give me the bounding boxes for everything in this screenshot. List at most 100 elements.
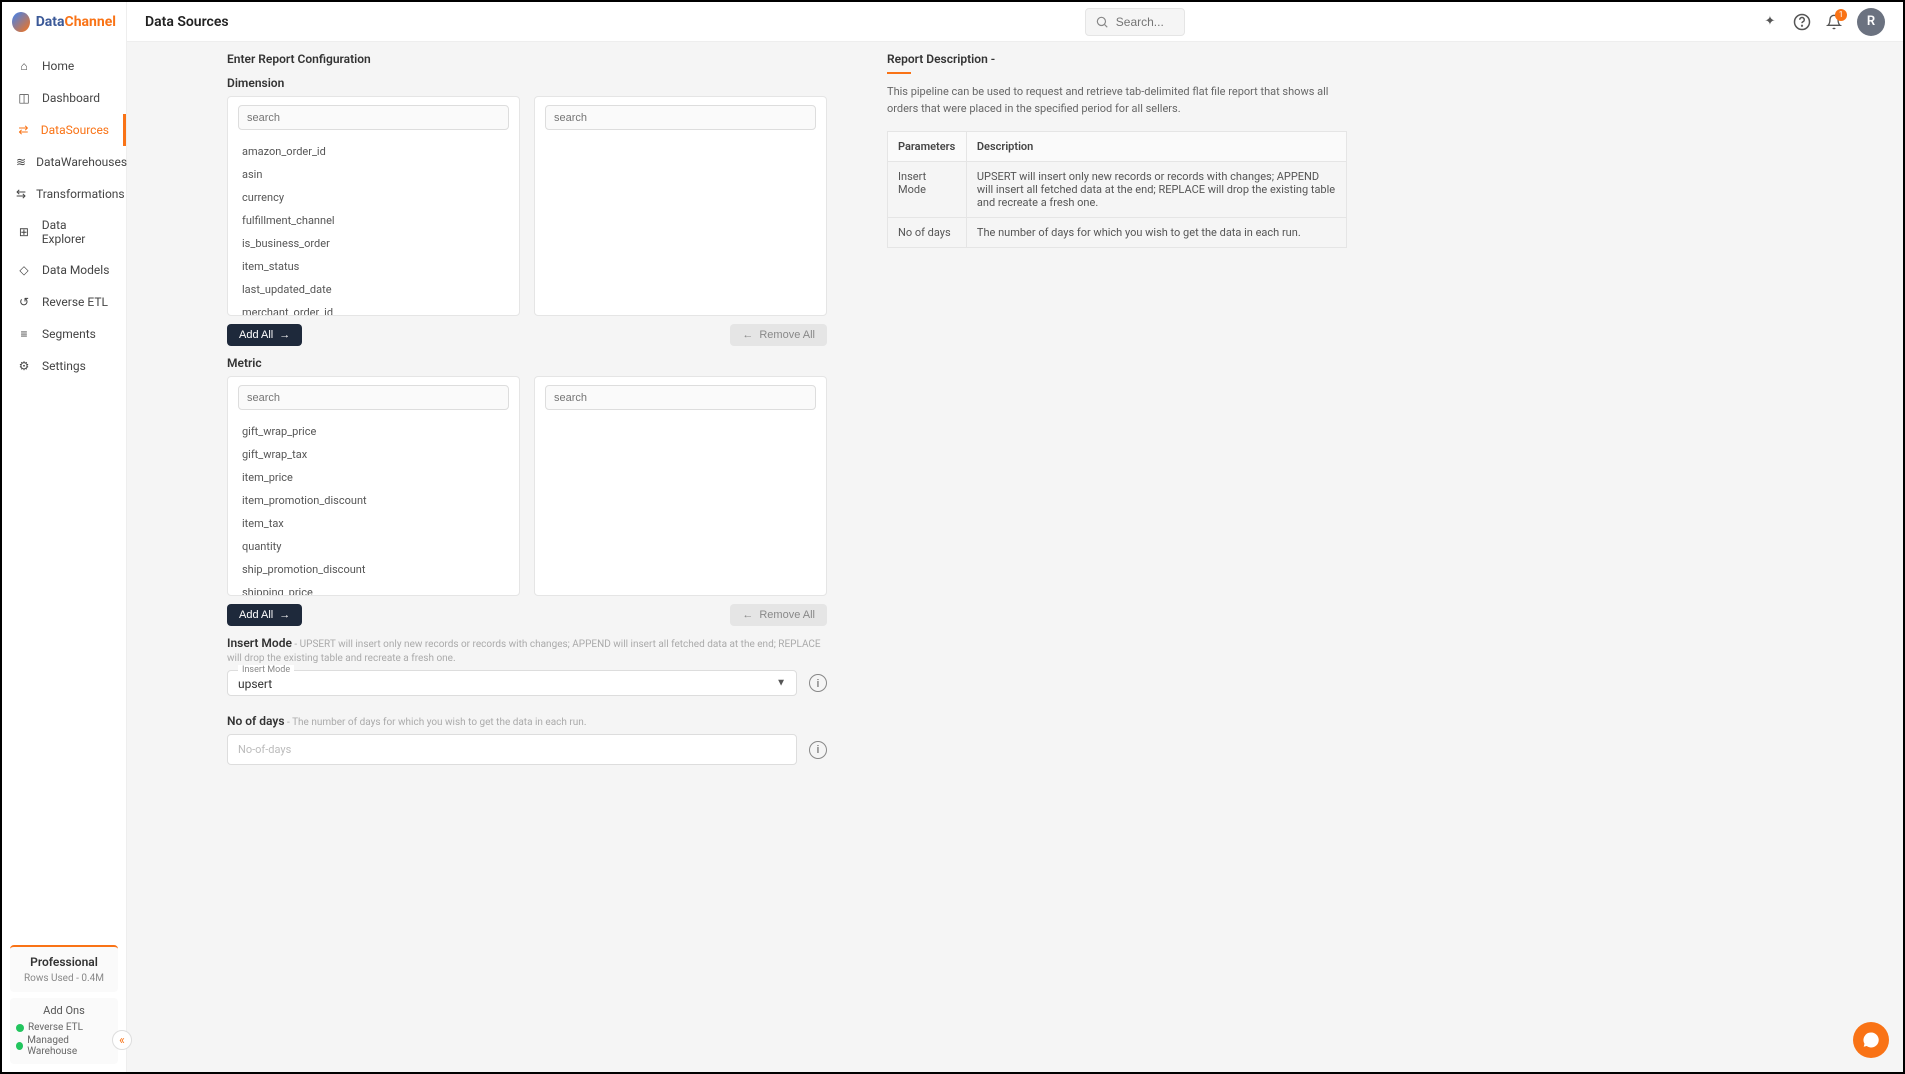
addon-row: Managed Warehouse <box>16 1034 112 1058</box>
list-item[interactable]: merchant_order_id <box>234 301 513 315</box>
sidebar-item-datawarehouses[interactable]: ≋ DataWarehouses <box>2 146 126 178</box>
nav-menu: ⌂Home◫Dashboard⇄DataSources ≋ DataWarehous… <box>2 42 126 937</box>
list-item[interactable]: item_promotion_discount <box>234 489 513 512</box>
brand-logo[interactable]: DataChannel <box>2 2 126 42</box>
list-item[interactable]: ship_promotion_discount <box>234 558 513 581</box>
metric-available-box: gift_wrap_pricegift_wrap_taxitem_priceit… <box>227 376 520 596</box>
metric-selected-search[interactable] <box>554 392 807 404</box>
nav-icon: ⌂ <box>16 58 32 74</box>
nav-icon: ≋ <box>16 154 26 170</box>
search-icon <box>1094 13 1110 31</box>
list-item[interactable]: gift_wrap_tax <box>234 443 513 466</box>
list-item[interactable]: quantity <box>234 535 513 558</box>
plan-name: Professional <box>16 955 112 969</box>
metric-selected-box <box>534 376 827 596</box>
sidebar-item-reverse-etl[interactable]: ↺ Reverse ETL <box>2 286 126 318</box>
metric-available-list[interactable]: gift_wrap_pricegift_wrap_taxitem_priceit… <box>228 418 519 595</box>
metric-remove-all-button[interactable]: ← Remove All <box>730 604 827 626</box>
title-underline <box>887 72 911 74</box>
arrow-right-icon: → <box>279 609 290 621</box>
report-description-title: Report Description - <box>887 52 1347 66</box>
nav-label: Settings <box>42 359 86 373</box>
sidebar: DataChannel ⌂Home◫Dashboard⇄DataSources≋… <box>2 2 127 1072</box>
addons-card: Add Ons Reverse ETLManaged Warehouse <box>10 998 118 1064</box>
arrow-left-icon: ← <box>742 329 753 341</box>
nav-icon: ≡ <box>16 326 32 342</box>
arrow-left-icon: ← <box>742 609 753 621</box>
nav-icon: ◇ <box>16 262 32 278</box>
sidebar-item-segments[interactable]: ≡ Segments <box>2 318 126 350</box>
sidebar-item-dashboard[interactable]: ◫Dashboard <box>2 82 126 114</box>
sidebar-item-settings[interactable]: ⚙Settings <box>2 350 126 382</box>
no-of-days-label: No of days - The number of days for whic… <box>227 714 827 728</box>
nav-label: Transformations <box>36 187 125 201</box>
dimension-available-box: amazon_order_idasincurrencyfulfillment_c… <box>227 96 520 316</box>
nav-label: Data Models <box>42 263 109 277</box>
status-dot-icon <box>16 1042 23 1050</box>
plan-rows: Rows Used - 0.4M <box>16 973 112 984</box>
dimension-remove-all-button[interactable]: ← Remove All <box>730 324 827 346</box>
sidebar-item-data-models[interactable]: ◇ Data Models <box>2 254 126 286</box>
list-item[interactable]: gift_wrap_price <box>234 420 513 443</box>
status-dot-icon <box>16 1024 24 1032</box>
nav-icon: ⇆ <box>16 186 26 202</box>
metric-label: Metric <box>227 356 827 370</box>
list-item[interactable]: item_tax <box>234 512 513 535</box>
global-search-input[interactable] <box>1116 15 1176 29</box>
addons-title: Add Ons <box>16 1004 112 1017</box>
nav-label: Segments <box>42 327 96 341</box>
global-search[interactable] <box>1085 8 1185 36</box>
list-item[interactable]: currency <box>234 186 513 209</box>
metric-available-search[interactable] <box>247 392 500 404</box>
nav-icon: ↺ <box>16 294 32 310</box>
sidebar-item-data-explorer[interactable]: ⊞Data Explorer <box>2 210 126 254</box>
list-item[interactable]: fulfillment_channel <box>234 209 513 232</box>
chat-fab[interactable] <box>1853 1022 1889 1058</box>
table-row: No of daysThe number of days for which y… <box>888 218 1347 248</box>
parameters-table: Parameters Description Insert ModeUPSERT… <box>887 131 1347 248</box>
addon-row: Reverse ETL <box>16 1021 112 1034</box>
sidebar-collapse-button[interactable]: « <box>112 1030 132 1050</box>
help-icon[interactable] <box>1793 13 1811 31</box>
list-item[interactable]: last_updated_date <box>234 278 513 301</box>
dimension-add-all-button[interactable]: Add All → <box>227 324 302 346</box>
dimension-selected-search[interactable] <box>554 112 807 124</box>
dimension-selected-list[interactable] <box>535 138 826 315</box>
desc-header: Description <box>966 132 1346 162</box>
notifications-icon[interactable]: 1 <box>1825 13 1843 31</box>
brand-name: DataChannel <box>36 14 116 30</box>
list-item[interactable]: item_status <box>234 255 513 278</box>
table-row: Insert ModeUPSERT will insert only new r… <box>888 162 1347 218</box>
sidebar-item-transformations[interactable]: ⇆ Transformations <box>2 178 126 210</box>
metric-add-all-button[interactable]: Add All → <box>227 604 302 626</box>
list-item[interactable]: item_price <box>234 466 513 489</box>
dimension-available-list[interactable]: amazon_order_idasincurrencyfulfillment_c… <box>228 138 519 315</box>
nav-icon: ⊞ <box>16 224 32 240</box>
list-item[interactable]: is_business_order <box>234 232 513 255</box>
dimension-available-search[interactable] <box>247 112 500 124</box>
arrow-right-icon: → <box>279 329 290 341</box>
dimension-label: Dimension <box>227 76 827 90</box>
sidebar-item-datasources[interactable]: ⇄DataSources <box>2 114 126 146</box>
sidebar-footer: Professional Rows Used - 0.4M Add Ons Re… <box>2 937 126 1072</box>
sidebar-item-home[interactable]: ⌂Home <box>2 50 126 82</box>
list-item[interactable]: shipping_price <box>234 581 513 595</box>
list-item[interactable]: amazon_order_id <box>234 140 513 163</box>
no-of-days-input[interactable]: No-of-days <box>227 734 797 765</box>
insert-mode-info-icon[interactable]: i <box>809 674 827 692</box>
topbar: Data Sources ✦ 1 R <box>127 2 1903 42</box>
brand-logo-icon <box>12 12 30 32</box>
nav-label: Reverse ETL <box>42 295 108 309</box>
insert-mode-select[interactable]: Insert Mode upsert ▼ <box>227 670 797 696</box>
sparkle-icon[interactable]: ✦ <box>1761 13 1779 31</box>
nav-label: DataWarehouses <box>36 155 127 169</box>
nav-icon: ◫ <box>16 90 32 106</box>
chevron-down-icon: ▼ <box>776 678 786 689</box>
list-item[interactable]: asin <box>234 163 513 186</box>
metric-selected-list[interactable] <box>535 418 826 595</box>
no-of-days-info-icon[interactable]: i <box>809 741 827 759</box>
nav-icon: ⇄ <box>16 122 31 138</box>
report-description-text: This pipeline can be used to request and… <box>887 84 1347 117</box>
plan-card[interactable]: Professional Rows Used - 0.4M <box>10 945 118 992</box>
avatar[interactable]: R <box>1857 8 1885 36</box>
